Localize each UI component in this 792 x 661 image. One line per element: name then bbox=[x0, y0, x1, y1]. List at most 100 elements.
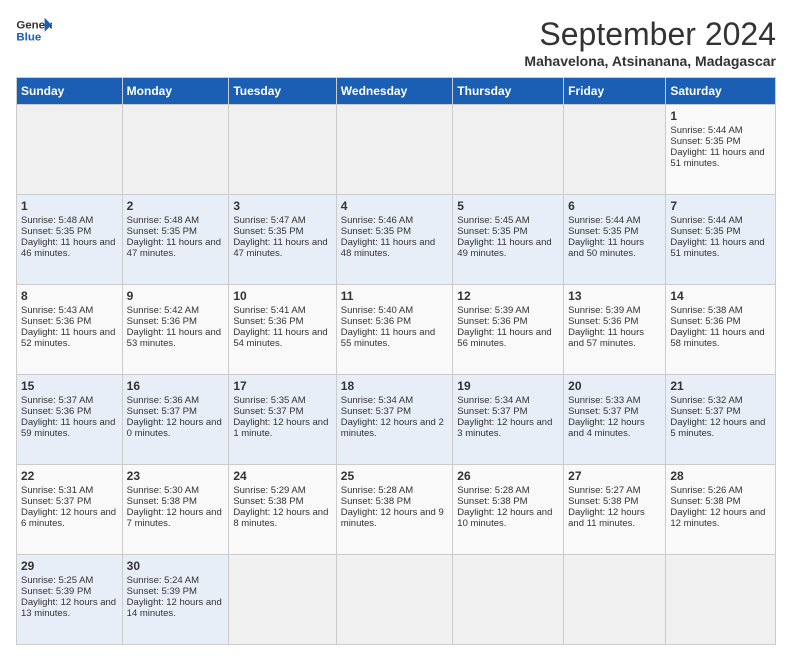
header-sunday: Sunday bbox=[17, 78, 123, 105]
daylight-label: Daylight: 11 hours and 50 minutes. bbox=[568, 237, 644, 259]
daylight-label: Daylight: 12 hours and 4 minutes. bbox=[568, 417, 645, 439]
daylight-label: Daylight: 11 hours and 52 minutes. bbox=[21, 327, 115, 349]
table-cell: 22Sunrise: 5:31 AMSunset: 5:37 PMDayligh… bbox=[17, 465, 123, 555]
daylight-label: Daylight: 12 hours and 10 minutes. bbox=[457, 507, 552, 529]
sunrise-label: Sunrise: 5:48 AM bbox=[21, 215, 93, 226]
day-number: 1 bbox=[670, 109, 771, 123]
table-cell: 21 Sunrise: 5:32 AMSunset: 5:37 PMDayligh… bbox=[666, 375, 776, 465]
daylight-label: Daylight: 12 hours and 11 minutes. bbox=[568, 507, 645, 529]
day-number: 23 bbox=[127, 469, 225, 483]
day-number: 28 bbox=[670, 469, 771, 483]
daylight-label: Daylight: 12 hours and 6 minutes. bbox=[21, 507, 116, 529]
day-number: 4 bbox=[341, 199, 449, 213]
table-cell bbox=[564, 105, 666, 195]
table-cell: 13Sunrise: 5:39 AMSunset: 5:36 PMDayligh… bbox=[564, 285, 666, 375]
sunrise-label: Sunrise: 5:43 AM bbox=[21, 305, 93, 316]
daylight-label: Daylight: 11 hours and 48 minutes. bbox=[341, 237, 435, 259]
sunrise-label: Sunrise: 5:26 AM bbox=[670, 485, 742, 496]
table-cell: 18Sunrise: 5:34 AMSunset: 5:37 PMDayligh… bbox=[336, 375, 453, 465]
sunset-label: Sunset: 5:36 PM bbox=[568, 316, 638, 327]
day-number: 6 bbox=[568, 199, 661, 213]
table-cell: 6Sunrise: 5:44 AMSunset: 5:35 PMDaylight… bbox=[564, 195, 666, 285]
sunrise-label: Sunrise: 5:39 AM bbox=[457, 305, 529, 316]
sunrise-label: Sunrise: 5:37 AM bbox=[21, 395, 93, 406]
table-cell: 26Sunrise: 5:28 AMSunset: 5:38 PMDayligh… bbox=[453, 465, 564, 555]
location-subtitle: Mahavelona, Atsinanana, Madagascar bbox=[524, 53, 776, 69]
header-monday: Monday bbox=[122, 78, 229, 105]
table-cell: 3Sunrise: 5:47 AMSunset: 5:35 PMDaylight… bbox=[229, 195, 336, 285]
table-cell bbox=[453, 555, 564, 645]
sunrise-label: Sunrise: 5:41 AM bbox=[233, 305, 305, 316]
daylight-label: Daylight: 12 hours and 12 minutes. bbox=[670, 507, 765, 529]
table-cell bbox=[229, 555, 336, 645]
day-number: 30 bbox=[127, 559, 225, 573]
table-cell: 1Sunrise: 5:44 AMSunset: 5:35 PMDaylight… bbox=[666, 105, 776, 195]
week-row-2: 1Sunrise: 5:48 AMSunset: 5:35 PMDaylight… bbox=[17, 195, 776, 285]
sunset-label: Sunset: 5:36 PM bbox=[21, 406, 91, 417]
day-number: 5 bbox=[457, 199, 559, 213]
month-title: September 2024 bbox=[524, 16, 776, 53]
week-row-6: 29Sunrise: 5:25 AMSunset: 5:39 PMDayligh… bbox=[17, 555, 776, 645]
sunrise-label: Sunrise: 5:44 AM bbox=[670, 125, 742, 136]
sunrise-label: Sunrise: 5:34 AM bbox=[341, 395, 413, 406]
sunrise-label: Sunrise: 5:35 AM bbox=[233, 395, 305, 406]
table-cell: 19Sunrise: 5:34 AMSunset: 5:37 PMDayligh… bbox=[453, 375, 564, 465]
sunset-label: Sunset: 5:35 PM bbox=[670, 136, 740, 147]
daylight-label: Daylight: 11 hours and 57 minutes. bbox=[568, 327, 644, 349]
header-wednesday: Wednesday bbox=[336, 78, 453, 105]
daylight-label: Daylight: 12 hours and 1 minute. bbox=[233, 417, 328, 439]
table-cell: 24Sunrise: 5:29 AMSunset: 5:38 PMDayligh… bbox=[229, 465, 336, 555]
sunset-label: Sunset: 5:35 PM bbox=[127, 226, 197, 237]
table-cell: 8Sunrise: 5:43 AMSunset: 5:36 PMDaylight… bbox=[17, 285, 123, 375]
table-cell bbox=[564, 555, 666, 645]
daylight-label: Daylight: 12 hours and 5 minutes. bbox=[670, 417, 765, 439]
day-number: 21 bbox=[670, 379, 771, 393]
sunset-label: Sunset: 5:38 PM bbox=[457, 496, 527, 507]
sunrise-label: Sunrise: 5:24 AM bbox=[127, 575, 199, 586]
sunrise-label: Sunrise: 5:48 AM bbox=[127, 215, 199, 226]
sunrise-label: Sunrise: 5:44 AM bbox=[670, 215, 742, 226]
table-cell bbox=[229, 105, 336, 195]
daylight-label: Daylight: 12 hours and 3 minutes. bbox=[457, 417, 552, 439]
sunrise-label: Sunrise: 5:33 AM bbox=[568, 395, 640, 406]
table-cell: 17Sunrise: 5:35 AMSunset: 5:37 PMDayligh… bbox=[229, 375, 336, 465]
day-number: 16 bbox=[127, 379, 225, 393]
daylight-label: Daylight: 11 hours and 49 minutes. bbox=[457, 237, 551, 259]
day-number: 7 bbox=[670, 199, 771, 213]
day-number: 14 bbox=[670, 289, 771, 303]
sunrise-label: Sunrise: 5:47 AM bbox=[233, 215, 305, 226]
week-row-5: 22Sunrise: 5:31 AMSunset: 5:37 PMDayligh… bbox=[17, 465, 776, 555]
table-cell: 12Sunrise: 5:39 AMSunset: 5:36 PMDayligh… bbox=[453, 285, 564, 375]
table-cell: 2Sunrise: 5:48 AMSunset: 5:35 PMDaylight… bbox=[122, 195, 229, 285]
table-cell: 4Sunrise: 5:46 AMSunset: 5:35 PMDaylight… bbox=[336, 195, 453, 285]
sunset-label: Sunset: 5:39 PM bbox=[127, 586, 197, 597]
daylight-label: Daylight: 12 hours and 9 minutes. bbox=[341, 507, 444, 529]
sunset-label: Sunset: 5:36 PM bbox=[670, 316, 740, 327]
daylight-label: Daylight: 12 hours and 2 minutes. bbox=[341, 417, 444, 439]
day-number: 27 bbox=[568, 469, 661, 483]
calendar-table: SundayMondayTuesdayWednesdayThursdayFrid… bbox=[16, 77, 776, 645]
daylight-label: Daylight: 12 hours and 7 minutes. bbox=[127, 507, 222, 529]
sunrise-label: Sunrise: 5:32 AM bbox=[670, 395, 742, 406]
day-number: 18 bbox=[341, 379, 449, 393]
day-number: 25 bbox=[341, 469, 449, 483]
sunrise-label: Sunrise: 5:40 AM bbox=[341, 305, 413, 316]
table-cell: 11Sunrise: 5:40 AMSunset: 5:36 PMDayligh… bbox=[336, 285, 453, 375]
table-cell: 10Sunrise: 5:41 AMSunset: 5:36 PMDayligh… bbox=[229, 285, 336, 375]
header-friday: Friday bbox=[564, 78, 666, 105]
day-number: 8 bbox=[21, 289, 118, 303]
table-cell: 25Sunrise: 5:28 AMSunset: 5:38 PMDayligh… bbox=[336, 465, 453, 555]
day-number: 19 bbox=[457, 379, 559, 393]
sunrise-label: Sunrise: 5:44 AM bbox=[568, 215, 640, 226]
header-saturday: Saturday bbox=[666, 78, 776, 105]
day-number: 12 bbox=[457, 289, 559, 303]
daylight-label: Daylight: 11 hours and 58 minutes. bbox=[670, 327, 764, 349]
table-cell: 23Sunrise: 5:30 AMSunset: 5:38 PMDayligh… bbox=[122, 465, 229, 555]
sunset-label: Sunset: 5:35 PM bbox=[21, 226, 91, 237]
table-cell bbox=[336, 105, 453, 195]
logo-icon: General Blue bbox=[16, 16, 52, 46]
daylight-label: Daylight: 11 hours and 53 minutes. bbox=[127, 327, 221, 349]
day-number: 13 bbox=[568, 289, 661, 303]
sunrise-label: Sunrise: 5:28 AM bbox=[457, 485, 529, 496]
sunset-label: Sunset: 5:37 PM bbox=[670, 406, 740, 417]
